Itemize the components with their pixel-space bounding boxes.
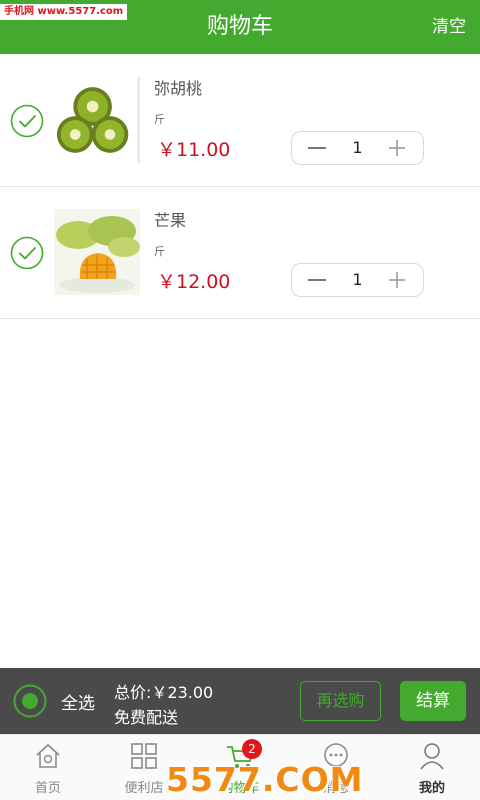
cart-item: 弥胡桃 斤 ￥11.00 1 — [0, 55, 480, 187]
item-unit: 斤 — [154, 245, 165, 258]
user-icon — [420, 743, 444, 770]
item-price: ￥12.00 — [157, 271, 231, 293]
plus-icon[interactable] — [377, 264, 417, 296]
clear-cart-button[interactable]: 清空 — [432, 0, 466, 54]
tab-label: 首页 — [34, 781, 61, 796]
quantity-stepper: 1 — [291, 263, 424, 297]
minus-icon[interactable] — [298, 264, 338, 296]
header-bar: 购物车 清空 手机网 www.5577.com — [0, 0, 480, 54]
select-all-label[interactable]: 全选 — [61, 689, 95, 714]
item-unit: 斤 — [154, 113, 165, 126]
cart-item: 芒果 斤 ￥12.00 1 — [0, 187, 480, 319]
item-check-icon[interactable] — [10, 104, 44, 138]
watermark-label: 手机网 www.5577.com — [0, 4, 128, 20]
item-price: ￥11.00 — [157, 139, 231, 161]
mango-image[interactable] — [54, 209, 140, 295]
quantity-stepper: 1 — [291, 131, 424, 165]
item-name: 芒果 — [154, 211, 187, 230]
plus-icon[interactable] — [377, 132, 417, 164]
home-icon — [36, 743, 60, 768]
item-check-icon[interactable] — [10, 236, 44, 270]
checkout-button[interactable]: 结算 — [400, 681, 466, 721]
cart-count-badge: 2 — [242, 739, 262, 759]
tab-label: 我的 — [418, 781, 445, 796]
minus-icon[interactable] — [298, 132, 338, 164]
continue-shopping-button[interactable]: 再选购 — [300, 681, 381, 721]
kiwi-image[interactable] — [54, 77, 140, 163]
tab-home[interactable]: 首页 — [0, 735, 96, 800]
shipping-note: 免费配送 — [114, 708, 179, 727]
quantity-value[interactable]: 1 — [336, 132, 379, 164]
checkout-bar: 全选 总价:￥23.00 免费配送 再选购 结算 — [0, 668, 480, 734]
tab-me[interactable]: 我的 — [384, 735, 480, 800]
grid-icon — [131, 743, 157, 769]
select-all-radio-icon[interactable] — [13, 684, 47, 718]
site-watermark-logo: 5577.COM — [166, 760, 364, 799]
quantity-value[interactable]: 1 — [336, 264, 379, 296]
total-price: 总价:￥23.00 — [114, 683, 214, 702]
item-name: 弥胡桃 — [154, 79, 203, 98]
